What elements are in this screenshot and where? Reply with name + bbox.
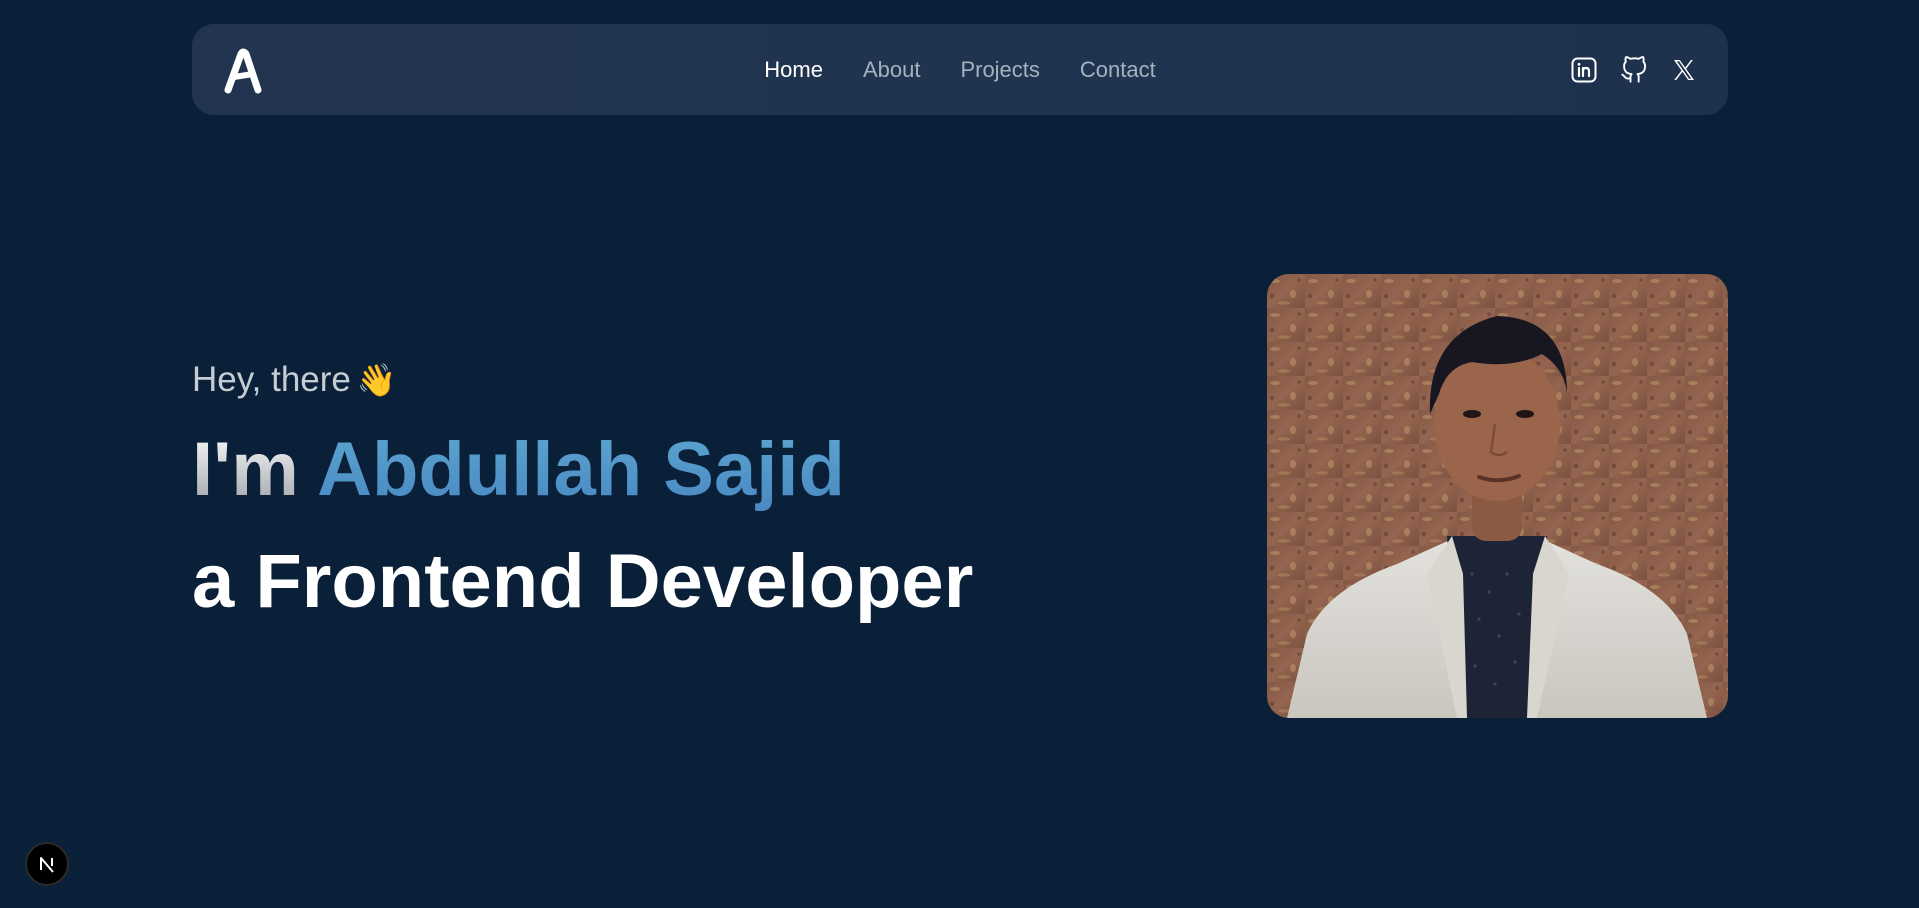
hero-subheadline: a Frontend Developer xyxy=(192,539,974,624)
logo-link[interactable] xyxy=(222,46,266,96)
greeting: Hey, there 👋 xyxy=(192,355,973,405)
headline-name: Abdullah Sajid xyxy=(317,427,845,512)
hero-section: Hey, there 👋 I'm Abdullah Sajid a Fronte… xyxy=(192,355,973,627)
x-twitter-icon[interactable] xyxy=(1670,56,1698,84)
nav-link-projects[interactable]: Projects xyxy=(960,57,1039,83)
navbar: Home About Projects Contact xyxy=(192,24,1728,115)
linkedin-icon[interactable] xyxy=(1570,56,1598,84)
nav-link-home[interactable]: Home xyxy=(764,57,823,83)
hero-headline: I'm Abdullah Sajid xyxy=(192,425,973,515)
social-links xyxy=(1570,24,1698,115)
greeting-text: Hey, there xyxy=(192,360,351,399)
nav-link-contact[interactable]: Contact xyxy=(1080,57,1156,83)
nav-links: Home About Projects Contact xyxy=(192,24,1728,115)
dev-tools-button[interactable] xyxy=(25,842,69,886)
logo-icon xyxy=(224,48,262,94)
profile-photo-image xyxy=(1267,274,1728,718)
nextjs-logo-icon xyxy=(40,857,54,873)
nav-link-about[interactable]: About xyxy=(863,57,921,83)
github-icon[interactable] xyxy=(1620,55,1648,84)
profile-photo xyxy=(1267,274,1728,718)
headline-prefix: I'm xyxy=(192,427,318,512)
waving-hand-icon: 👋 xyxy=(356,362,397,398)
